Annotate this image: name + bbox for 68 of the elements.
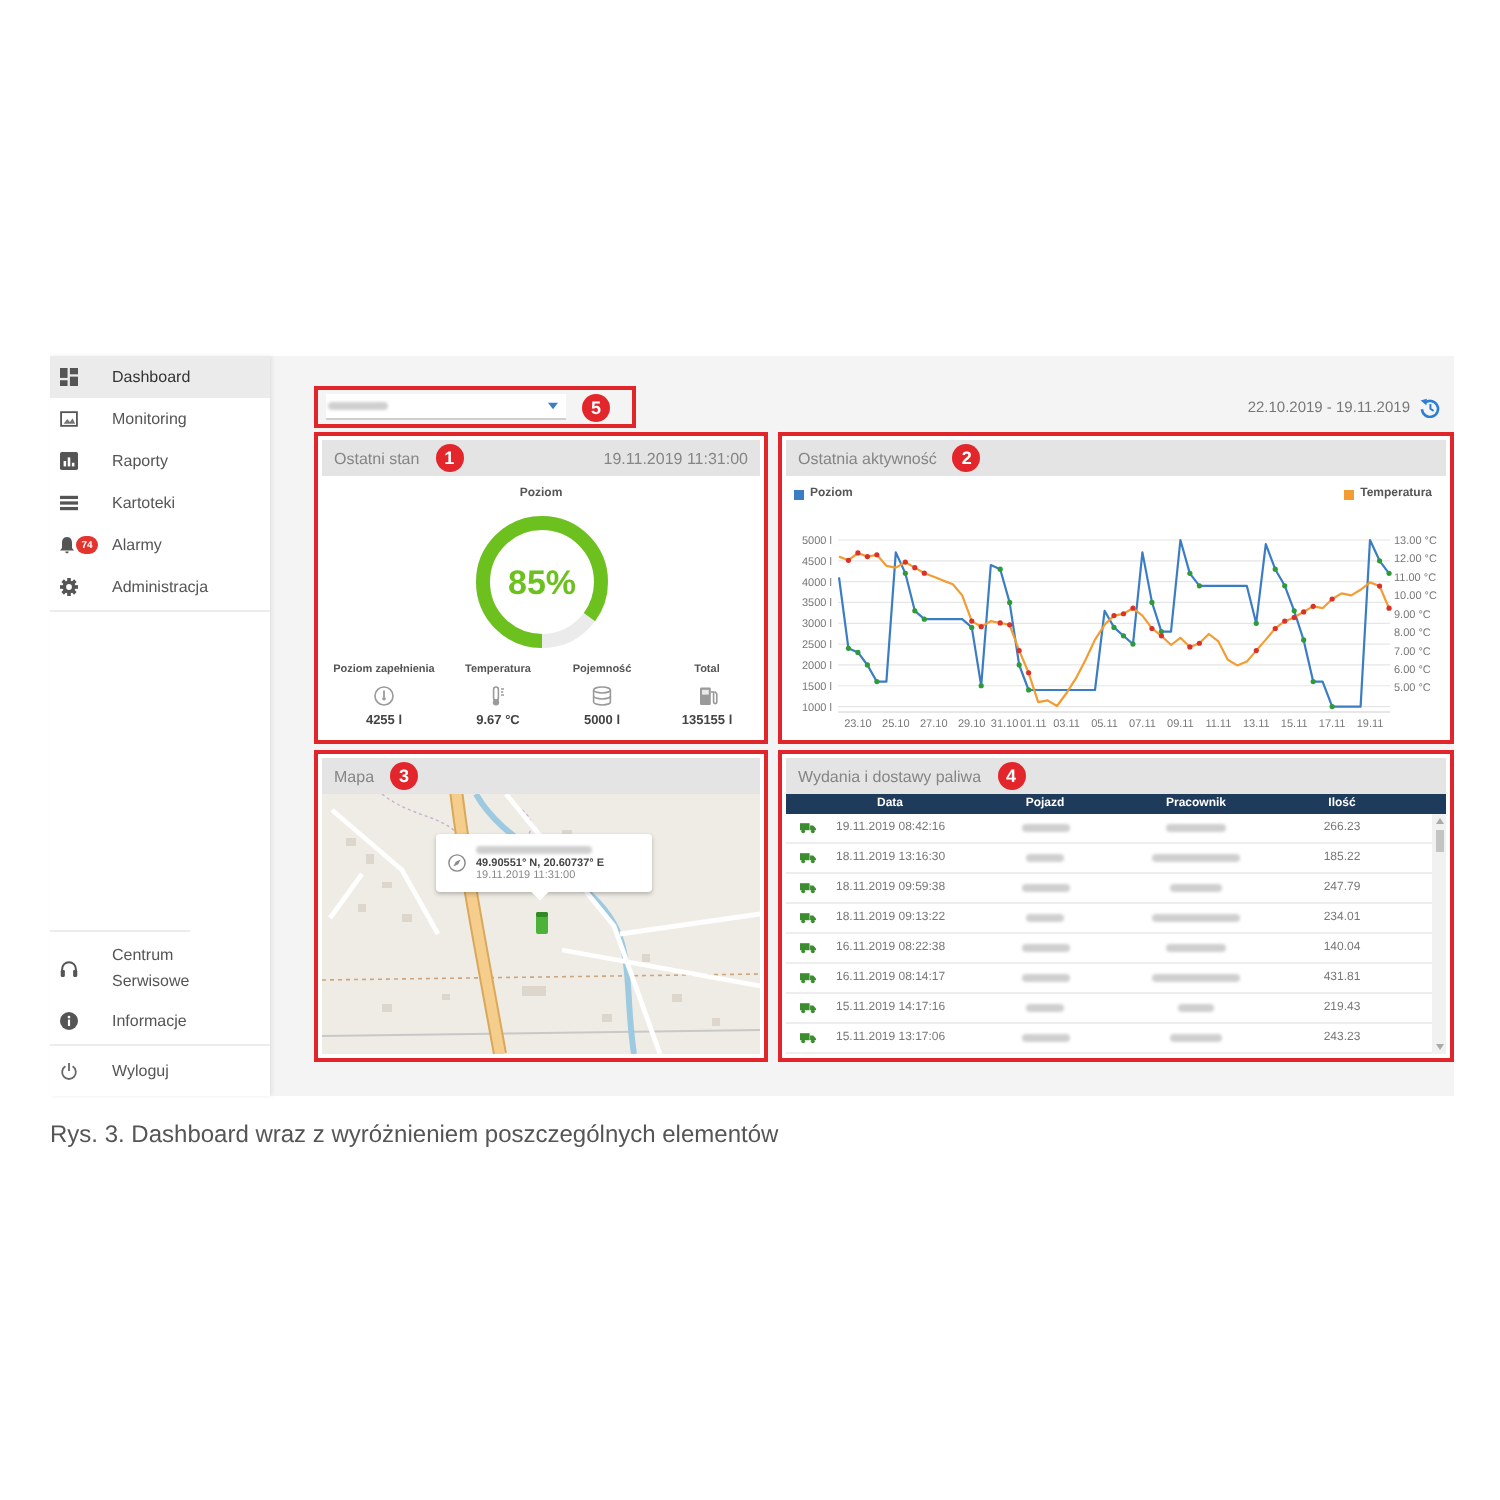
thermometer-icon: [488, 686, 508, 706]
power-icon: [60, 1062, 78, 1080]
sidebar-item[interactable]: Dashboard: [50, 356, 270, 398]
chart-icon: [60, 452, 78, 470]
database-icon: [592, 686, 612, 706]
panel-title: Ostatnia aktywność: [798, 449, 937, 467]
callout-badge: 2: [952, 444, 981, 472]
sidebar-item[interactable]: Informacje: [50, 1000, 270, 1042]
blurred-text: [1170, 1034, 1222, 1042]
info-icon: [60, 1012, 78, 1030]
callout-badge: 4: [997, 762, 1026, 790]
caret-up-icon[interactable]: [1435, 818, 1443, 824]
image-icon: [60, 410, 78, 428]
sidebar-item[interactable]: Wyloguj: [50, 1050, 270, 1092]
caret-down-icon[interactable]: [1435, 1044, 1443, 1050]
map-drawing[interactable]: [322, 794, 760, 1054]
blurred-text: [1021, 1034, 1069, 1042]
blurred-text: [1021, 884, 1069, 892]
settings-icon: [60, 578, 78, 596]
blurred-text: [476, 845, 592, 853]
sidebar-item[interactable]: Centrum Serwisowe: [50, 936, 270, 1000]
blurred-text: [1152, 914, 1240, 922]
blurred-text: [1178, 1004, 1214, 1012]
truck-icon: [800, 822, 816, 834]
compass-icon: [448, 854, 466, 872]
marker-icon[interactable]: [536, 912, 548, 934]
timestamp: 19.11.2019 11:31:00: [603, 449, 748, 467]
list-icon: [60, 494, 78, 512]
headphones-icon: [60, 959, 78, 977]
callout-badge: 5: [582, 393, 610, 421]
dashboard-icon: [60, 368, 78, 386]
blurred-text: [1170, 884, 1222, 892]
sidebar-item[interactable]: Kartoteki: [50, 482, 270, 524]
blurred-text: [1166, 824, 1226, 832]
blurred-text: [1026, 914, 1064, 922]
blurred-text: [1026, 854, 1064, 862]
blurred-text: [1021, 944, 1069, 952]
sidebar-item[interactable]: Administracja: [50, 566, 270, 608]
truck-icon: [800, 942, 816, 954]
bell-icon: [60, 536, 74, 554]
caret-icon: [548, 402, 558, 410]
sidebar-item[interactable]: Raporty: [50, 440, 270, 482]
blurred-text: [1152, 974, 1240, 982]
gauge-icon: [374, 686, 394, 706]
panel-title: Mapa: [334, 767, 375, 785]
panel-title: Ostatni stan: [334, 449, 420, 467]
sidebar-item[interactable]: Monitoring: [50, 398, 270, 440]
blurred-text: [1152, 854, 1240, 862]
truck-icon: [800, 882, 816, 894]
truck-icon: [800, 1032, 816, 1044]
truck-icon: [800, 972, 816, 984]
blurred-text: [328, 402, 388, 410]
scrollbar[interactable]: [1432, 814, 1446, 1054]
figure-caption: Rys. 3. Dashboard wraz z wyróżnieniem poszczególnych elementów: [50, 1120, 781, 1148]
fuel-pump-icon: [697, 686, 717, 706]
callout-badge: 3: [390, 762, 419, 790]
blurred-text: [1021, 974, 1069, 982]
panel-title: Wydania i dostawy paliwa: [798, 767, 982, 785]
truck-icon: [800, 912, 816, 924]
blurred-text: [1166, 944, 1226, 952]
dropdown-field[interactable]: [326, 394, 566, 420]
blurred-text: [1026, 1004, 1064, 1012]
gauge-reading: 85%: [506, 564, 576, 602]
truck-icon: [800, 1002, 816, 1014]
blurred-text: [1021, 824, 1069, 832]
callout-badge: 1: [435, 444, 464, 472]
truck-icon: [800, 852, 816, 864]
history-icon[interactable]: [1420, 397, 1440, 417]
